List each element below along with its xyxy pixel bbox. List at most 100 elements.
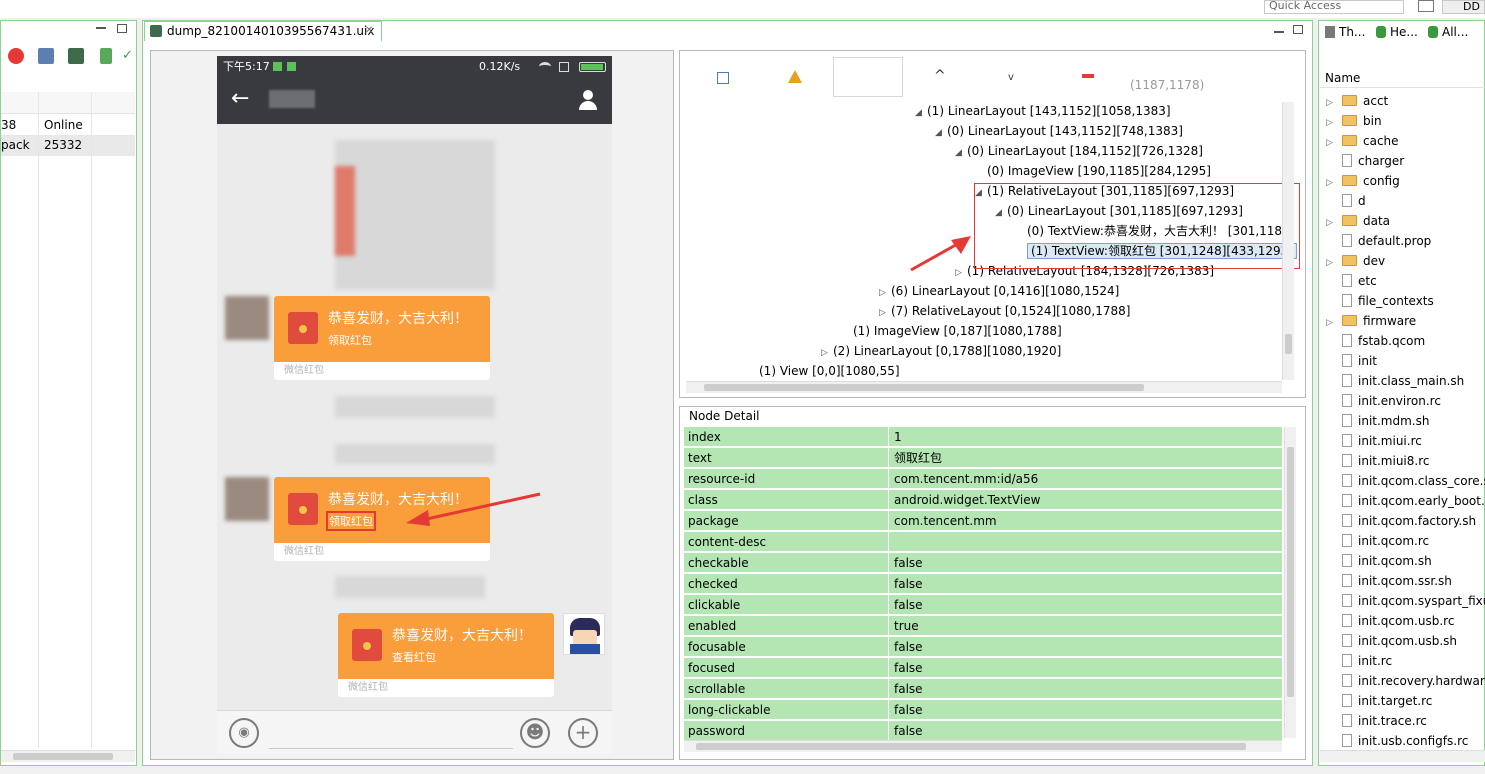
detail-vscroll[interactable] <box>1284 427 1296 738</box>
files-hscroll[interactable] <box>1320 750 1485 762</box>
stop-icon[interactable] <box>8 48 24 64</box>
close-tab-icon[interactable]: ✕ <box>365 22 373 40</box>
tree-node[interactable]: ◢ (0) LinearLayout [184,1152][726,1328] <box>955 142 1203 160</box>
expand-arrow-icon[interactable]: ▷ <box>1326 93 1342 113</box>
property-row[interactable]: focusable false <box>684 637 1282 657</box>
perspective-icon[interactable] <box>1418 0 1434 12</box>
devices-row-2[interactable]: pack 25332 <box>1 136 135 156</box>
file-row[interactable]: init.class_main.sh <box>1326 371 1464 391</box>
red-packet-message[interactable]: 恭喜发财，大吉大利！ 查看红包 微信红包 <box>338 613 554 697</box>
detail-hscroll[interactable] <box>684 740 1282 752</box>
property-row[interactable]: index 1 <box>684 427 1282 447</box>
file-row[interactable]: init.qcom.ssr.sh <box>1326 571 1452 591</box>
expand-arrow-icon[interactable]: ▷ <box>1326 113 1342 133</box>
expand-arrow-icon[interactable]: ▷ <box>1326 133 1342 153</box>
file-row[interactable]: default.prop <box>1326 231 1431 251</box>
file-row[interactable]: charger <box>1326 151 1404 171</box>
file-row[interactable]: init.qcom.syspart_fixu <box>1326 591 1485 611</box>
file-row[interactable]: etc <box>1326 271 1377 291</box>
property-row[interactable]: content-desc <box>684 532 1282 552</box>
tree-node[interactable]: ▷ (6) LinearLayout [0,1416][1080,1524] <box>879 282 1119 300</box>
expand-arrow-icon[interactable]: ▷ <box>1326 253 1342 273</box>
dump-icon[interactable] <box>68 48 84 64</box>
search-box[interactable] <box>833 57 903 97</box>
property-row[interactable]: package com.tencent.mm <box>684 511 1282 531</box>
file-row[interactable]: init.qcom.rc <box>1326 531 1429 551</box>
maximize-icon[interactable] <box>1293 25 1303 34</box>
property-row[interactable]: scrollable false <box>684 679 1282 699</box>
file-row[interactable]: init.qcom.early_boot.s <box>1326 491 1485 511</box>
file-row[interactable]: init.environ.rc <box>1326 391 1441 411</box>
hierarchy-vscroll[interactable] <box>1282 102 1294 380</box>
file-row[interactable]: file_contexts <box>1326 291 1434 311</box>
tab-threads[interactable]: Th... <box>1325 23 1365 41</box>
phone-screenshot[interactable]: 下午5:17 0.12K/s ← 恭喜发财，大吉大利！ 领取红包 微信红包 恭喜… <box>217 56 612 754</box>
plus-icon[interactable]: + <box>568 718 598 748</box>
minimize-icon[interactable] <box>96 27 106 29</box>
file-row[interactable]: init.miui.rc <box>1326 431 1422 451</box>
hierarchy-hscroll[interactable] <box>686 381 1282 393</box>
expand-arrow-icon[interactable]: ▷ <box>821 344 833 362</box>
file-row[interactable]: init.target.rc <box>1326 691 1432 711</box>
clear-icon[interactable] <box>1082 74 1094 78</box>
systrace-icon[interactable] <box>100 48 112 64</box>
contact-profile-icon[interactable] <box>579 90 597 110</box>
tree-node[interactable]: ▷ (7) RelativeLayout [0,1524][1080,1788] <box>879 302 1130 320</box>
previous-icon[interactable]: ^ <box>934 68 946 84</box>
devices-row-1[interactable]: 38 Online <box>1 116 135 136</box>
perspective-tab[interactable]: DD <box>1442 0 1485 14</box>
red-packet-message[interactable]: 恭喜发财，大吉大利！ 领取红包 微信红包 <box>274 296 490 380</box>
message-input[interactable] <box>269 748 513 749</box>
file-row[interactable]: init.qcom.factory.sh <box>1326 511 1476 531</box>
folder-row[interactable]: ▷ data <box>1326 211 1390 231</box>
tree-node[interactable]: (1) View [0,0][1080,55] <box>747 362 900 380</box>
maximize-icon[interactable] <box>117 24 127 33</box>
file-row[interactable]: init.qcom.class_core.s <box>1326 471 1485 491</box>
expand-arrow-icon[interactable]: ▷ <box>879 304 891 322</box>
file-row[interactable]: init.recovery.hardware <box>1326 671 1485 691</box>
property-row[interactable]: checked false <box>684 574 1282 594</box>
file-row[interactable]: d <box>1326 191 1366 211</box>
avatar[interactable] <box>225 296 269 340</box>
property-row[interactable]: password false <box>684 721 1282 741</box>
collapse-arrow-icon[interactable]: ◢ <box>935 124 947 142</box>
folder-row[interactable]: ▷ config <box>1326 171 1400 191</box>
collapse-arrow-icon[interactable]: ◢ <box>915 104 927 122</box>
minimize-icon[interactable] <box>1274 31 1284 33</box>
expand-all-icon[interactable] <box>717 72 729 84</box>
folder-row[interactable]: ▷ acct <box>1326 91 1388 111</box>
back-icon[interactable]: ← <box>231 86 249 111</box>
property-row[interactable]: long-clickable false <box>684 700 1282 720</box>
tab-allocation[interactable]: All... <box>1428 23 1472 41</box>
expand-arrow-icon[interactable]: ▷ <box>1326 173 1342 193</box>
tree-node[interactable]: (1) ImageView [0,187][1080,1788] <box>841 322 1062 340</box>
tree-node[interactable]: ◢ (1) LinearLayout [143,1152][1058,1383] <box>915 102 1171 120</box>
tree-node[interactable]: ◢ (0) LinearLayout [143,1152][748,1383] <box>935 122 1183 140</box>
tab-heap[interactable]: He... <box>1376 23 1418 41</box>
property-row[interactable]: text 领取红包 <box>684 448 1282 468</box>
warning-icon[interactable] <box>788 70 802 83</box>
check-icon[interactable]: ✓ <box>122 48 134 64</box>
emoji-icon[interactable]: ☻ <box>520 718 550 748</box>
left-hscroll[interactable] <box>1 750 135 762</box>
file-row[interactable]: init.usb.configfs.rc <box>1326 731 1468 751</box>
folder-row[interactable]: ▷ dev <box>1326 251 1385 271</box>
tab-dump-file[interactable]: dump_8210014010395567431.uix ✕ <box>144 21 382 41</box>
folder-row[interactable]: ▷ firmware <box>1326 311 1416 331</box>
tree-node[interactable]: (0) ImageView [190,1185][284,1295] <box>975 162 1211 180</box>
property-row[interactable]: resource-id com.tencent.mm:id/a56 <box>684 469 1282 489</box>
file-row[interactable]: init.qcom.usb.rc <box>1326 611 1454 631</box>
voice-icon[interactable]: ◉ <box>229 718 259 748</box>
property-row[interactable]: enabled true <box>684 616 1282 636</box>
file-row[interactable]: init.trace.rc <box>1326 711 1427 731</box>
file-row[interactable]: init.mdm.sh <box>1326 411 1429 431</box>
file-row[interactable]: init <box>1326 351 1377 371</box>
property-row[interactable]: clickable false <box>684 595 1282 615</box>
own-avatar[interactable] <box>563 613 605 655</box>
file-row[interactable]: init.miui8.rc <box>1326 451 1429 471</box>
quick-access-input[interactable]: Quick Access <box>1264 0 1404 14</box>
property-row[interactable]: class android.widget.TextView <box>684 490 1282 510</box>
avatar[interactable] <box>225 477 269 521</box>
collapse-arrow-icon[interactable]: ◢ <box>955 144 967 162</box>
expand-arrow-icon[interactable]: ▷ <box>1326 213 1342 233</box>
